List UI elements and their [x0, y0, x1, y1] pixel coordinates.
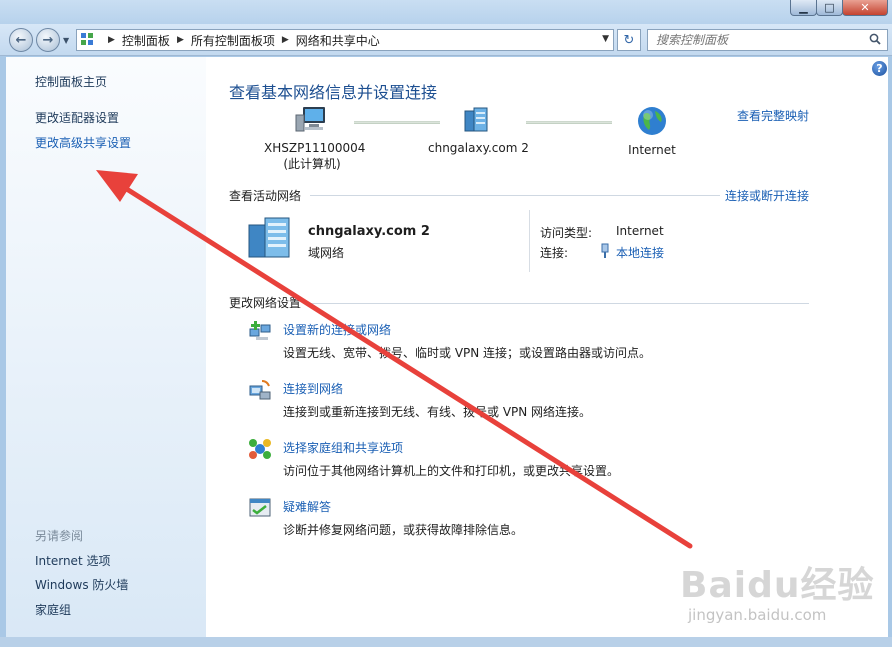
local-connection-link[interactable]: 本地连接 [616, 244, 664, 261]
watermark-brand: Baidu经验 [680, 565, 875, 606]
refresh-icon: ↻ [623, 32, 635, 48]
arrow-left-icon: ← [15, 32, 27, 48]
access-type-value: Internet [616, 224, 664, 238]
arrow-right-icon: → [42, 32, 54, 48]
task-troubleshoot-link[interactable]: 疑难解答 [283, 498, 331, 515]
help-button[interactable]: ? [872, 61, 887, 76]
task-connect-network-link[interactable]: 连接到网络 [283, 380, 343, 397]
sidebar-item-advanced-sharing[interactable]: 更改高级共享设置 [35, 134, 131, 151]
control-panel-icon [81, 33, 95, 47]
sidebar-item-adapter-settings[interactable]: 更改适配器设置 [35, 109, 119, 126]
minimize-button[interactable]: ▁ [790, 0, 817, 16]
back-button[interactable]: ← [9, 28, 33, 52]
see-also-windows-firewall[interactable]: Windows 防火墙 [35, 576, 128, 593]
ethernet-icon [601, 243, 609, 258]
connect-disconnect-link[interactable]: 连接或断开连接 [725, 187, 809, 204]
breadcrumb-control-panel[interactable]: 控制面板 [122, 32, 170, 49]
sidebar: 控制面板主页 更改适配器设置 更改高级共享设置 另请参阅 Internet 选项… [6, 57, 206, 637]
search-input[interactable] [656, 31, 866, 49]
maximize-button[interactable]: □ [816, 0, 843, 16]
see-also-internet-options[interactable]: Internet 选项 [35, 552, 110, 569]
page-title: 查看基本网络信息并设置连接 [229, 83, 438, 102]
window-frame-bottom [0, 637, 892, 647]
map-node-computer-sub: (此计算机) [283, 157, 341, 171]
section-divider [310, 195, 720, 196]
task-troubleshoot-desc: 诊断并修复网络问题，或获得故障排除信息。 [283, 523, 524, 537]
map-node-internet-name: Internet [628, 143, 676, 157]
search-icon[interactable] [869, 33, 881, 45]
task-homegroup-link[interactable]: 选择家庭组和共享选项 [283, 439, 403, 456]
computer-icon [295, 107, 325, 132]
new-connection-icon [249, 321, 271, 340]
globe-icon [638, 107, 666, 135]
map-node-internet[interactable]: Internet [604, 105, 700, 157]
vertical-divider [529, 210, 530, 272]
forward-button[interactable]: → [36, 28, 60, 52]
task-setup-connection-link[interactable]: 设置新的连接或网络 [283, 321, 391, 338]
connect-to-network-icon [249, 380, 271, 400]
active-network-name: chngalaxy.com 2 [308, 224, 430, 239]
maximize-icon: □ [824, 1, 835, 14]
domain-network-icon [248, 217, 290, 258]
see-also-heading: 另请参阅 [35, 529, 84, 543]
breadcrumb-separator-icon[interactable]: ▶ [282, 35, 289, 45]
address-dropdown-icon[interactable]: ▼ [602, 34, 609, 44]
map-node-computer-name: XHSZP11100004 [264, 141, 366, 155]
view-full-map-link[interactable]: 查看完整映射 [737, 107, 809, 124]
see-also-homegroup[interactable]: 家庭组 [35, 601, 71, 618]
navigation-bar: ← → ▼ ▶ 控制面板 ▶ 所有控制面板项 ▶ 网络和共享中心 ▼ ↻ [0, 24, 892, 56]
search-box[interactable] [647, 29, 888, 51]
troubleshoot-icon [249, 498, 271, 517]
sidebar-home-link[interactable]: 控制面板主页 [35, 73, 107, 90]
section-divider [310, 303, 809, 304]
map-node-computer[interactable]: XHSZP11100004 (此计算机) [264, 105, 366, 172]
map-node-domain[interactable]: chngalaxy.com 2 [428, 105, 529, 155]
task-connect-network-desc: 连接到或重新连接到无线、有线、拨号或 VPN 网络连接。 [283, 405, 592, 419]
breadcrumb-network-center[interactable]: 网络和共享中心 [296, 32, 380, 49]
close-icon: ✕ [860, 1, 870, 14]
map-node-domain-name: chngalaxy.com 2 [428, 141, 529, 155]
active-network-category[interactable]: 域网络 [308, 244, 344, 261]
main-content: ? 查看基本网络信息并设置连接 查看完整映射 XHSZP11100004 (此计… [206, 57, 888, 637]
change-settings-heading: 更改网络设置 [229, 296, 302, 310]
task-setup-connection-desc: 设置无线、宽带、拨号、临时或 VPN 连接；或设置路由器或访问点。 [283, 346, 652, 360]
connections-label: 连接: [540, 246, 569, 260]
breadcrumb-separator-icon: ▶ [108, 35, 115, 45]
active-networks-heading: 查看活动网络 [229, 189, 302, 203]
access-type-label: 访问类型: [540, 226, 593, 240]
homegroup-icon [249, 439, 271, 459]
breadcrumb-separator-icon[interactable]: ▶ [177, 35, 184, 45]
title-bar [0, 0, 892, 24]
map-connector [526, 121, 612, 124]
minimize-icon: ▁ [799, 1, 808, 14]
watermark: Baidu经验 jingyan.baidu.com [680, 556, 880, 636]
breadcrumb-all-items[interactable]: 所有控制面板项 [191, 32, 275, 49]
task-homegroup-desc: 访问位于其他网络计算机上的文件和打印机，或更改共享设置。 [283, 464, 620, 478]
refresh-button[interactable]: ↻ [617, 29, 641, 51]
domain-network-icon [464, 107, 488, 132]
watermark-url: jingyan.baidu.com [688, 606, 827, 624]
recent-pages-dropdown[interactable]: ▼ [63, 36, 69, 45]
help-icon: ? [876, 62, 883, 75]
address-bar[interactable]: ▶ 控制面板 ▶ 所有控制面板项 ▶ 网络和共享中心 ▼ [76, 29, 614, 51]
close-button[interactable]: ✕ [842, 0, 888, 16]
